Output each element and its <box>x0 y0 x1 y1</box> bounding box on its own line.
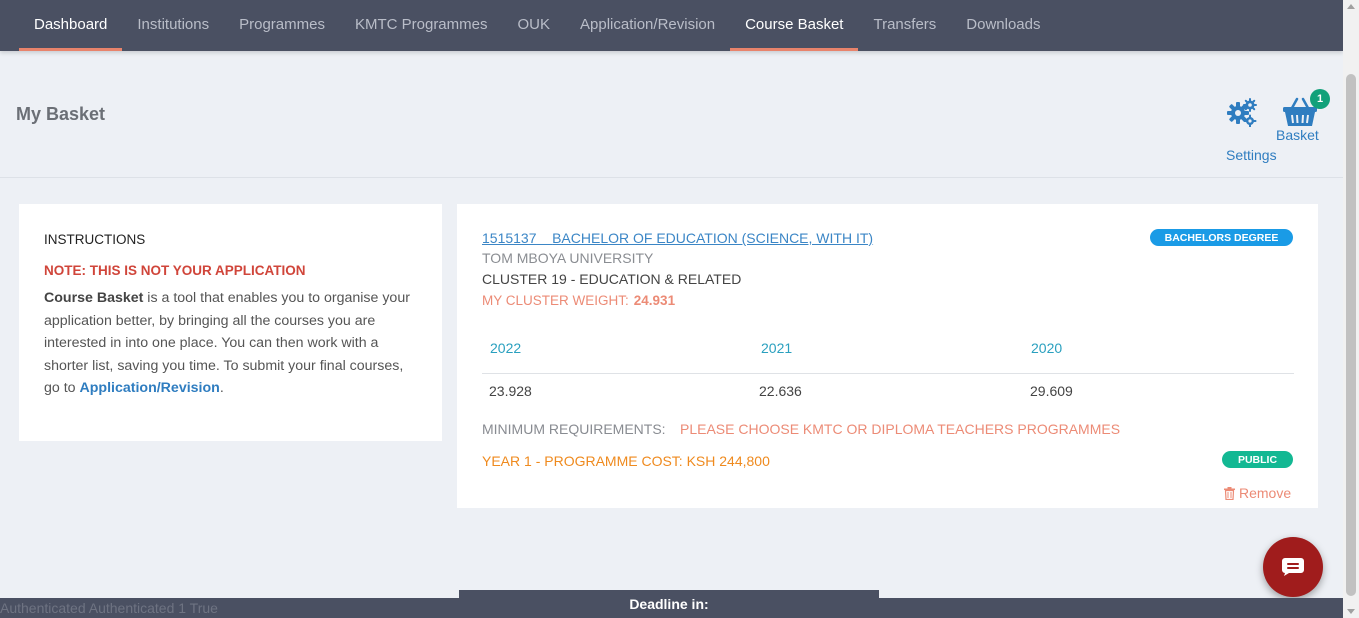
nav-ouk[interactable]: OUK <box>503 0 566 48</box>
nav-downloads[interactable]: Downloads <box>951 0 1055 48</box>
year-header: 2022 <box>490 340 522 356</box>
nav-application-revision[interactable]: Application/Revision <box>565 0 730 48</box>
nav-kmtc-programmes[interactable]: KMTC Programmes <box>340 0 503 48</box>
page-scrollbar[interactable] <box>1343 0 1359 618</box>
course-basket-strong: Course Basket <box>44 290 144 306</box>
course-title-link[interactable]: 1515137 BACHELOR OF EDUCATION (SCIENCE, … <box>482 230 873 246</box>
cluster-name: CLUSTER 19 - EDUCATION & RELATED <box>482 271 742 287</box>
table-divider <box>482 373 1294 374</box>
scroll-up-arrow[interactable] <box>1347 4 1355 9</box>
deadline-banner: Deadline in: <box>459 590 879 618</box>
level-badge: BACHELORS DEGREE <box>1150 229 1293 246</box>
instructions-end: . <box>219 380 224 397</box>
instructions-title: INSTRUCTIONS <box>44 232 146 247</box>
basket-label: Basket <box>1276 127 1319 143</box>
application-revision-link[interactable]: Application/Revision <box>80 380 220 396</box>
scroll-thumb[interactable] <box>1346 74 1356 596</box>
remove-label: Remove <box>1239 485 1292 501</box>
cutoff-value: 23.928 <box>489 383 532 399</box>
university-name: TOM MBOYA UNIVERSITY <box>482 250 654 266</box>
instructions-body: Course Basket is a tool that enables you… <box>44 287 417 400</box>
cutoff-value: 29.609 <box>1030 383 1073 399</box>
nav-course-basket[interactable]: Course Basket <box>730 0 859 51</box>
instructions-card: INSTRUCTIONS NOTE: THIS IS NOT YOUR APPL… <box>19 204 442 441</box>
page-header: My Basket Settings 1 Basket <box>0 51 1343 178</box>
course-code: 1515137 <box>482 230 537 246</box>
chat-icon <box>1282 558 1304 576</box>
top-nav: Dashboard Institutions Programmes KMTC P… <box>0 0 1343 51</box>
programme-cost: YEAR 1 - PROGRAMME COST: KSH 244,800 <box>482 453 770 469</box>
year-header: 2020 <box>1031 340 1063 356</box>
instructions-note: NOTE: THIS IS NOT YOUR APPLICATION <box>44 263 306 278</box>
course-name: BACHELOR OF EDUCATION (SCIENCE, WITH IT) <box>552 230 874 246</box>
nav-dashboard[interactable]: Dashboard <box>19 0 123 51</box>
scroll-down-arrow[interactable] <box>1347 609 1355 614</box>
settings-label: Settings <box>1226 147 1277 163</box>
year-header: 2021 <box>761 340 793 356</box>
gears-icon <box>1227 98 1257 127</box>
min-requirements-value: PLEASE CHOOSE KMTC OR DIPLOMA TEACHERS P… <box>680 421 1121 437</box>
page-title: My Basket <box>16 104 106 124</box>
nav-transfers[interactable]: Transfers <box>858 0 951 48</box>
cluster-weight-label: MY CLUSTER WEIGHT: <box>482 293 629 308</box>
chat-button[interactable] <box>1263 537 1323 597</box>
remove-button[interactable]: Remove <box>1224 485 1291 501</box>
basket-count-badge: 1 <box>1310 89 1330 109</box>
course-card: 1515137 BACHELOR OF EDUCATION (SCIENCE, … <box>457 204 1318 508</box>
nav-programmes[interactable]: Programmes <box>224 0 340 48</box>
trash-icon <box>1224 486 1235 500</box>
cluster-weight: MY CLUSTER WEIGHT: 24.931 <box>482 293 675 308</box>
auth-status-text: Authenticated Authenticated 1 True <box>0 600 218 616</box>
nav-institutions[interactable]: Institutions <box>122 0 224 48</box>
cluster-weight-value: 24.931 <box>633 293 676 308</box>
cutoff-value: 22.636 <box>759 383 802 399</box>
min-requirements-label: MINIMUM REQUIREMENTS: <box>482 421 666 437</box>
institution-type-badge: PUBLIC <box>1222 451 1293 468</box>
